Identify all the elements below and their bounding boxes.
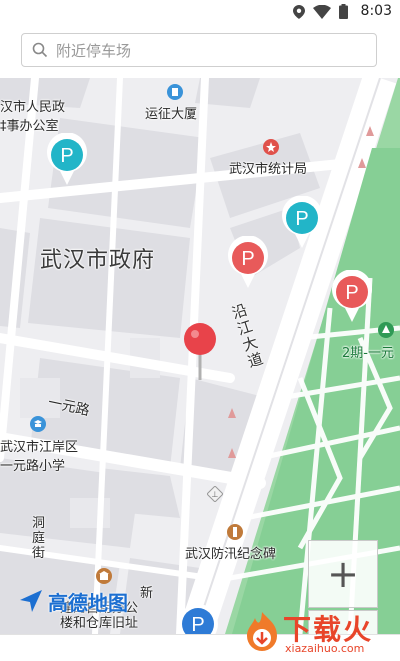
- map-label-school: 武汉市江岸区 一元路小学: [0, 440, 79, 474]
- parking-pin-label: P: [60, 145, 73, 167]
- monument-icon: [227, 524, 243, 540]
- watermark-url: xiazaihuo.com: [285, 642, 365, 655]
- map-label-park-2: 2期-一元: [342, 346, 394, 361]
- map-logo: 高德地图: [18, 586, 128, 616]
- logo-text: 高德地图: [48, 590, 128, 615]
- status-bar: 8:03: [0, 0, 400, 24]
- map-label-yunzheng: 运征大厦: [145, 107, 198, 122]
- map-label-flood-monument: 武汉防汛纪念碑: [185, 547, 277, 562]
- heritage-icon: [96, 568, 112, 584]
- building-icon: [167, 84, 183, 100]
- location-marker-icon: [184, 323, 216, 380]
- parking-pin-teal[interactable]: P: [280, 196, 324, 248]
- map-label-stats-bureau: 武汉市统计局: [229, 162, 308, 177]
- status-time: 8:03: [360, 3, 392, 19]
- search-placeholder: 附近停车场: [56, 42, 132, 60]
- parking-pin-label: P: [241, 248, 254, 270]
- status-icons: [293, 4, 348, 19]
- parking-pin-label: P: [191, 614, 204, 634]
- parking-pin-label: P: [345, 282, 358, 304]
- search-input[interactable]: 附近停车场: [21, 33, 377, 67]
- parking-pin-label: P: [295, 208, 308, 230]
- map-label-gov-office: 汉市人民政 ‡事办公室: [0, 100, 66, 134]
- road-sign-icon: ⊥: [207, 486, 223, 502]
- parking-pin-blue[interactable]: P: [176, 602, 220, 634]
- parking-pin-red[interactable]: P: [226, 236, 270, 288]
- parking-pin-teal[interactable]: P: [45, 133, 89, 185]
- search-bar: 附近停车场: [0, 24, 400, 78]
- svg-text:⊥: ⊥: [212, 490, 219, 499]
- battery-icon: [339, 4, 348, 19]
- parking-pin-red[interactable]: P: [330, 270, 374, 322]
- navigation-arrow-icon: [20, 590, 42, 612]
- zoom-in-button[interactable]: +: [308, 540, 378, 608]
- location-icon: [293, 4, 305, 19]
- school-icon: [30, 416, 46, 432]
- fire-logo-icon: [247, 612, 277, 651]
- government-icon: [263, 139, 279, 155]
- park-icon: [378, 322, 394, 338]
- search-icon: [32, 42, 48, 58]
- map-label-city-gov: 武汉市政府: [40, 248, 156, 273]
- map-label-dongting: 洞庭街: [32, 516, 46, 561]
- watermark: 下载火 xiazaihuo.com: [235, 606, 400, 660]
- map-view[interactable]: ⊥ 汉市人民政 ‡事办公室 运征大厦 武汉市统计局 武汉市政府 沿江大道 2期-…: [0, 78, 400, 634]
- wifi-icon: [313, 4, 331, 19]
